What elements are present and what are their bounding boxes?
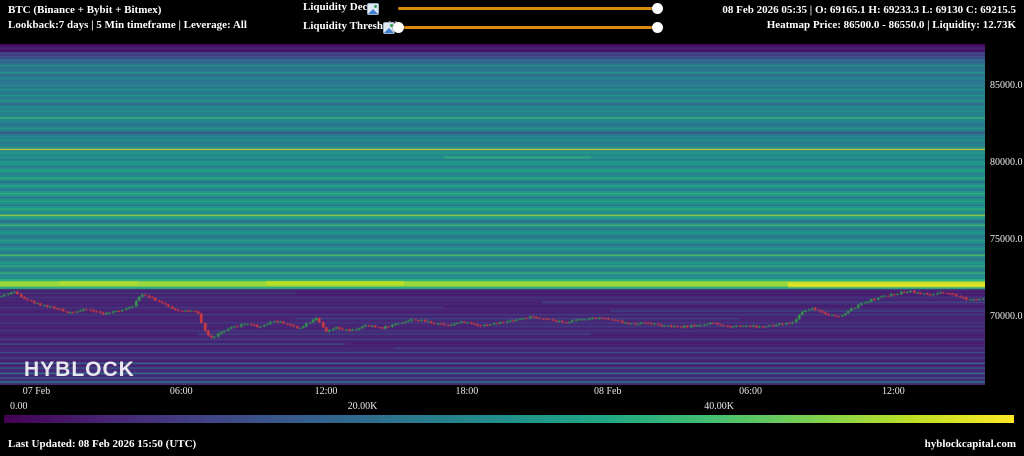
symbol-title: BTC (Binance + Bybit + Bitmex) <box>8 3 247 18</box>
colorbar-tick-label: 0.00 <box>10 401 28 412</box>
liquidity-heatmap-app: BTC (Binance + Bybit + Bitmex) Lookback:… <box>0 0 1024 456</box>
colorbar-tick-label: 40.00K <box>704 401 734 412</box>
liquidity-threshold-max-thumb[interactable] <box>652 22 663 33</box>
last-updated-text: Last Updated: 08 Feb 2026 15:50 (UTC) <box>8 438 196 450</box>
header-left: BTC (Binance + Bybit + Bitmex) Lookback:… <box>8 3 247 33</box>
ohlc-readout: 08 Feb 2026 05:35 | O: 69165.1 H: 69233.… <box>722 3 1016 18</box>
liquidity-threshold-slider[interactable] <box>398 26 660 29</box>
price-tick-label: 85000.0 <box>990 80 1023 91</box>
time-tick-label: 06:00 <box>170 386 193 397</box>
time-tick-label: 12:00 <box>315 386 338 397</box>
decay-toggle-icon[interactable] <box>367 3 379 15</box>
time-tick-label: 08 Feb <box>594 386 622 397</box>
time-tick-label: 06:00 <box>739 386 762 397</box>
time-tick-label: 12:00 <box>882 386 905 397</box>
price-tick-label: 80000.0 <box>990 157 1023 168</box>
footer-bar: Last Updated: 08 Feb 2026 15:50 (UTC) hy… <box>0 434 1024 456</box>
time-tick-label: 18:00 <box>455 386 478 397</box>
heatmap-chart-canvas[interactable] <box>0 44 985 385</box>
colorbar-tick-label: 20.00K <box>348 401 378 412</box>
price-tick-label: 75000.0 <box>990 234 1023 245</box>
header-right: 08 Feb 2026 05:35 | O: 69165.1 H: 69233.… <box>722 3 1016 33</box>
image-placeholder-dot <box>374 5 377 8</box>
time-tick-label: 07 Feb <box>23 386 51 397</box>
liquidity-decay-thumb[interactable] <box>652 3 663 14</box>
price-tick-label: 70000.0 <box>990 311 1023 322</box>
heatmap-price-readout: Heatmap Price: 86500.0 - 86550.0 | Liqui… <box>722 18 1016 33</box>
site-link-text: hyblockcapital.com <box>925 438 1016 450</box>
liquidity-decay-slider[interactable] <box>398 7 660 10</box>
lookback-settings: Lookback:7 days | 5 Min timeframe | Leve… <box>8 18 247 33</box>
liquidity-colorbar <box>4 415 1014 423</box>
liquidity-threshold-min-thumb[interactable] <box>393 22 404 33</box>
image-placeholder-icon <box>368 9 378 14</box>
hyblock-watermark: HYBLOCK <box>24 358 135 382</box>
heatmap-chart-area[interactable]: HYBLOCK <box>0 44 985 385</box>
